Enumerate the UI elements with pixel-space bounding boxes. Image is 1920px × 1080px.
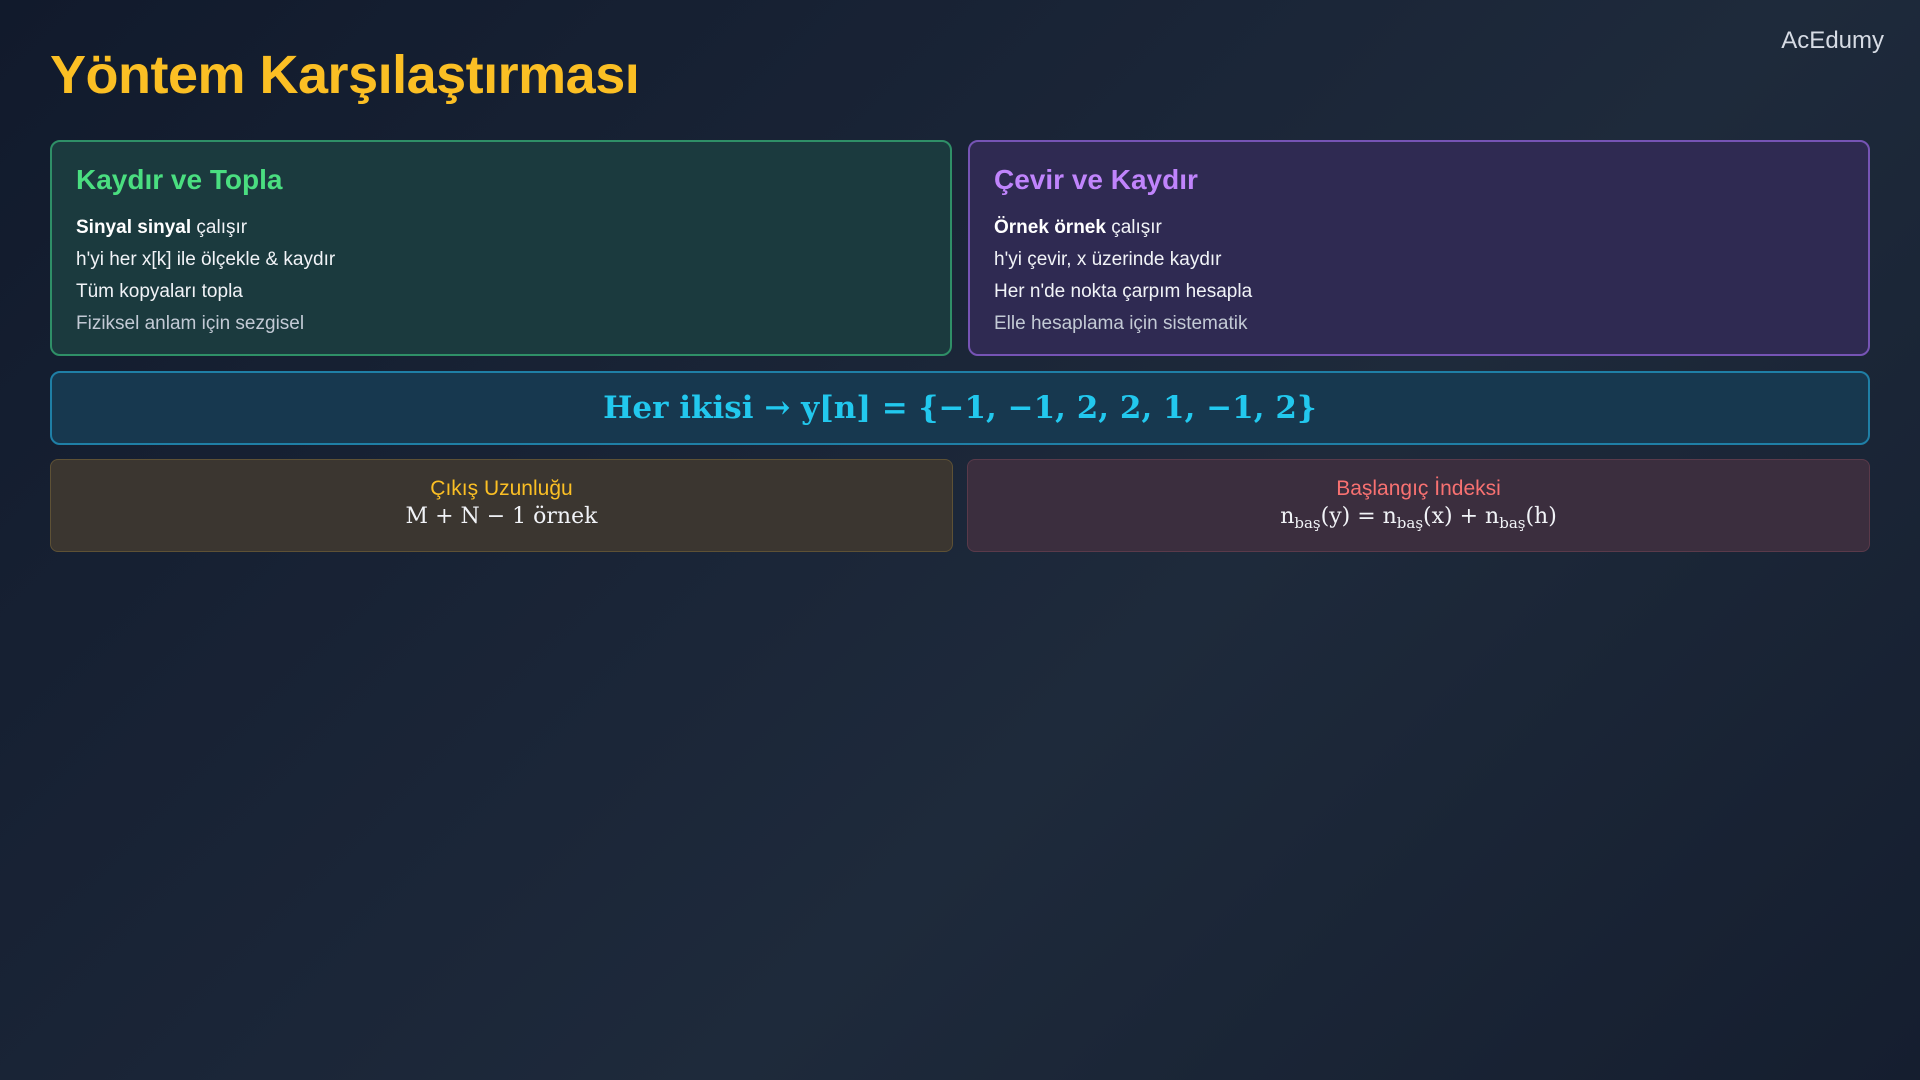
shift-and-add-item-1-rest: çalışır	[191, 217, 248, 238]
flip-and-shift-item-4: Elle hesaplama için sistematik	[994, 313, 1248, 334]
formula-n-x: n	[1382, 504, 1397, 529]
flip-and-shift-item-1-bold: Örnek örnek	[994, 217, 1106, 238]
flip-and-shift-list: Örnek örnek çalışır h'yi çevir, x üzerin…	[994, 212, 1252, 340]
start-index-title: Başlangıç İndeksi	[1336, 477, 1501, 500]
shift-and-add-card: Kaydır ve Topla Sinyal sinyal çalışır h'…	[50, 140, 952, 356]
formula-sub-x: baş	[1396, 514, 1424, 532]
formula-n-y: n	[1280, 504, 1295, 529]
shift-and-add-item-1: Sinyal sinyal çalışır	[76, 212, 335, 244]
shift-and-add-heading: Kaydır ve Topla	[76, 164, 283, 195]
output-length-title: Çıkış Uzunluğu	[430, 477, 573, 500]
shift-and-add-item-3: Tüm kopyaları topla	[76, 281, 243, 302]
shift-and-add-item-1-bold: Sinyal sinyal	[76, 217, 192, 238]
formula-arg-h: (h)	[1525, 504, 1557, 529]
formula-arg-x: (x) +	[1423, 504, 1486, 529]
flip-and-shift-heading: Çevir ve Kaydır	[994, 164, 1198, 195]
shift-and-add-item-4: Fiziksel anlam için sezgisel	[76, 313, 305, 334]
flip-and-shift-item-3: Her n'de nokta çarpım hesapla	[994, 281, 1253, 302]
flip-and-shift-item-1-rest: çalışır	[1105, 217, 1162, 238]
page-title: Yöntem Karşılaştırması	[50, 45, 640, 105]
formula-arg-y: (y) =	[1320, 504, 1383, 529]
formula-sub-y: baş	[1294, 514, 1321, 532]
formula-n-h: n	[1485, 504, 1500, 529]
flip-and-shift-item-1: Örnek örnek çalışır	[994, 212, 1252, 244]
flip-and-shift-item-2: h'yi çevir, x üzerinde kaydır	[994, 249, 1222, 270]
formula-sub-h: baş	[1499, 514, 1526, 532]
flip-and-shift-card: Çevir ve Kaydır Örnek örnek çalışır h'yi…	[968, 140, 1870, 356]
result-banner-text: Her ikisi → y[n] = {−1, −1, 2, 2, 1, −1,…	[603, 390, 1317, 426]
start-index-card: Başlangıç İndeksi nbaş(y) = nbaş(x) + nb…	[967, 459, 1870, 552]
result-banner: Her ikisi → y[n] = {−1, −1, 2, 2, 1, −1,…	[50, 371, 1870, 445]
brand-logo-text: AcEdumy	[1781, 27, 1884, 54]
start-index-formula: nbaş(y) = nbaş(x) + nbaş(h)	[968, 504, 1869, 532]
shift-and-add-list: Sinyal sinyal çalışır h'yi her x[k] ile …	[76, 212, 335, 340]
output-length-formula: M + N − 1 örnek	[405, 504, 598, 529]
shift-and-add-item-2: h'yi her x[k] ile ölçekle & kaydır	[76, 249, 336, 270]
output-length-card: Çıkış Uzunluğu M + N − 1 örnek	[50, 459, 953, 552]
